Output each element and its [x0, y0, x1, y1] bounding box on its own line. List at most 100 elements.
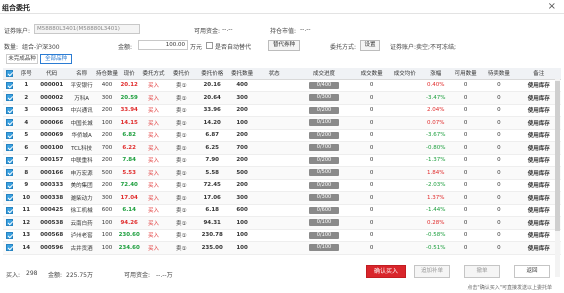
settings-button[interactable]: 设置	[360, 40, 380, 51]
cell-entrust-price-type[interactable]: 卖①	[166, 216, 196, 230]
cell-entrust-qty[interactable]: 200	[228, 154, 256, 167]
cell-entrust-qty[interactable]: 100	[228, 116, 256, 130]
cell-entrust-price[interactable]: 6.87	[195, 129, 229, 142]
table-row[interactable]: 2 000002 万科A 300 20.59 买入 卖① 20.64 300 0/300 0 -3.4…	[3, 91, 561, 105]
cell-entrust-price-type[interactable]: 卖①	[166, 104, 196, 117]
cell-entrust-price[interactable]: 20.64	[195, 91, 229, 105]
table-row[interactable]: 6 000100 TCL科技 700 6.22 买入 卖① 6.25 700 0/700 0 -0.8…	[3, 141, 561, 155]
table-row[interactable]: 4 000066 中国长城 100 14.15 买入 卖① 14.20 100 0/100 0 0.0…	[3, 116, 561, 130]
cell-entrust-method[interactable]: 买入	[140, 79, 167, 92]
col-avg-price[interactable]: 成交均价	[388, 68, 422, 80]
cell-entrust-price-type[interactable]: 卖①	[166, 91, 196, 105]
col-change[interactable]: 涨幅	[421, 68, 451, 80]
table-row[interactable]: 11 000425 徐工机械 600 6.14 买入 卖① 6.18 600 0/600 0 -1.4…	[3, 204, 561, 217]
cell-entrust-price[interactable]: 235.00	[195, 241, 229, 255]
table-row[interactable]: 12 000538 云南白药 100 94.26 买入 卖① 94.31 100 0/100 0 0.…	[3, 216, 561, 230]
row-checkbox[interactable]	[3, 79, 17, 92]
cell-entrust-price[interactable]: 20.16	[195, 79, 229, 92]
cell-entrust-price-type[interactable]: 卖①	[166, 79, 196, 92]
tab-unfinished[interactable]: 未完成品种	[6, 54, 38, 64]
row-checkbox[interactable]	[3, 216, 17, 230]
cell-entrust-price-type[interactable]: 卖①	[166, 166, 196, 180]
select-all-checkbox[interactable]	[3, 68, 17, 80]
col-entrust-qty[interactable]: 委托数量	[228, 68, 256, 80]
amount-input[interactable]: 100.00	[138, 40, 188, 50]
cell-entrust-qty[interactable]: 600	[228, 204, 256, 217]
cell-entrust-method[interactable]: 买入	[140, 241, 167, 255]
table-row[interactable]: 7 000157 中联重科 200 7.84 买入 卖① 7.90 200 0/200 0 -1.37…	[3, 154, 561, 167]
row-checkbox[interactable]	[3, 116, 17, 130]
cell-entrust-method[interactable]: 买入	[140, 104, 167, 117]
col-progress[interactable]: 成交进度	[293, 68, 355, 80]
cell-entrust-method[interactable]: 买入	[140, 216, 167, 230]
cell-entrust-price-type[interactable]: 卖①	[166, 141, 196, 155]
row-checkbox[interactable]	[3, 166, 17, 180]
row-checkbox[interactable]	[3, 91, 17, 105]
auto-replace-checkbox[interactable]	[206, 42, 213, 49]
cell-entrust-price-type[interactable]: 卖①	[166, 116, 196, 130]
table-row[interactable]: 9 000333 美的集团 200 72.40 买入 卖① 72.45 200 0/200 0 -2.…	[3, 179, 561, 192]
table-row[interactable]: 8 000166 申万宏源 500 5.53 买入 卖① 5.58 500 0/500 0 1.84%…	[3, 166, 561, 180]
cell-entrust-price[interactable]: 33.96	[195, 104, 229, 117]
cell-entrust-method[interactable]: 买入	[140, 154, 167, 167]
row-checkbox[interactable]	[3, 229, 17, 242]
cell-entrust-method[interactable]: 买入	[140, 141, 167, 155]
col-name[interactable]: 名称	[67, 68, 96, 80]
cell-entrust-method[interactable]: 买入	[140, 179, 167, 192]
add-order-button[interactable]: 追加补单	[414, 265, 450, 278]
cell-entrust-price[interactable]: 6.18	[195, 204, 229, 217]
row-checkbox[interactable]	[3, 129, 17, 142]
cell-entrust-price[interactable]: 5.58	[195, 166, 229, 180]
col-entrust-price-type[interactable]: 委托价	[166, 68, 196, 80]
col-status[interactable]: 状态	[255, 68, 293, 80]
table-row[interactable]: 10 000338 潍柴动力 300 17.04 买入 卖① 17.06 300 0/300 0 1.…	[3, 191, 561, 205]
close-icon[interactable]: ×	[548, 1, 556, 12]
cell-entrust-price[interactable]: 14.20	[195, 116, 229, 130]
cell-entrust-price-type[interactable]: 卖①	[166, 229, 196, 242]
cell-entrust-qty[interactable]: 300	[228, 191, 256, 205]
cell-entrust-method[interactable]: 买入	[140, 166, 167, 180]
cell-entrust-method[interactable]: 买入	[140, 129, 167, 142]
row-checkbox[interactable]	[3, 154, 17, 167]
table-row[interactable]: 13 000568 泸州老窖 100 230.60 买入 卖① 230.78 100 0/100 0…	[3, 229, 561, 242]
row-checkbox[interactable]	[3, 104, 17, 117]
cell-entrust-qty[interactable]: 700	[228, 141, 256, 155]
cell-entrust-price[interactable]: 72.45	[195, 179, 229, 192]
table-row[interactable]: 1 000001 平安银行 400 20.12 买入 卖① 20.16 400 0/400 0 0.4…	[3, 79, 561, 92]
row-checkbox[interactable]	[3, 191, 17, 205]
cell-entrust-price[interactable]: 7.90	[195, 154, 229, 167]
col-entrust-method[interactable]: 委托方式	[140, 68, 167, 80]
cell-entrust-qty[interactable]: 300	[228, 91, 256, 105]
back-button[interactable]: 返回	[514, 265, 550, 278]
cell-entrust-price[interactable]: 6.25	[195, 141, 229, 155]
cell-entrust-qty[interactable]: 200	[228, 179, 256, 192]
cell-entrust-price[interactable]: 17.06	[195, 191, 229, 205]
cell-entrust-method[interactable]: 买入	[140, 229, 167, 242]
cell-entrust-method[interactable]: 买入	[140, 191, 167, 205]
cell-entrust-price[interactable]: 94.31	[195, 216, 229, 230]
table-row[interactable]: 3 000063 中兴通讯 200 33.94 买入 卖① 33.96 200 0/200 0 2.0…	[3, 104, 561, 117]
cell-entrust-price-type[interactable]: 卖①	[166, 191, 196, 205]
col-available-qty[interactable]: 可用数量	[450, 68, 482, 80]
row-checkbox[interactable]	[3, 179, 17, 192]
table-scrollbar[interactable]	[555, 79, 560, 277]
col-filled-qty[interactable]: 成交数量	[354, 68, 389, 80]
row-checkbox[interactable]	[3, 241, 17, 255]
cell-entrust-qty[interactable]: 100	[228, 229, 256, 242]
scrollbar-thumb[interactable]	[555, 81, 560, 231]
row-checkbox[interactable]	[3, 204, 17, 217]
table-row[interactable]: 14 000596 古井贡酒 100 234.60 买入 卖① 235.00 100 0/100 0…	[3, 241, 561, 255]
confirm-buy-button[interactable]: 确认买入	[366, 265, 406, 278]
cancel-order-button[interactable]: 撤单	[464, 265, 500, 278]
col-price[interactable]: 现价	[118, 68, 141, 80]
account-field[interactable]: M58880L3401(M58880L3401)	[34, 24, 140, 34]
row-checkbox[interactable]	[3, 141, 17, 155]
cell-entrust-qty[interactable]: 500	[228, 166, 256, 180]
col-pending-sell[interactable]: 待卖数量	[481, 68, 517, 80]
cell-entrust-price-type[interactable]: 卖①	[166, 204, 196, 217]
col-hold-qty[interactable]: 持仓数量	[95, 68, 119, 80]
tab-all[interactable]: 全部品种	[40, 54, 72, 64]
cell-entrust-qty[interactable]: 100	[228, 216, 256, 230]
cell-entrust-price-type[interactable]: 卖①	[166, 154, 196, 167]
cell-entrust-price-type[interactable]: 卖①	[166, 179, 196, 192]
